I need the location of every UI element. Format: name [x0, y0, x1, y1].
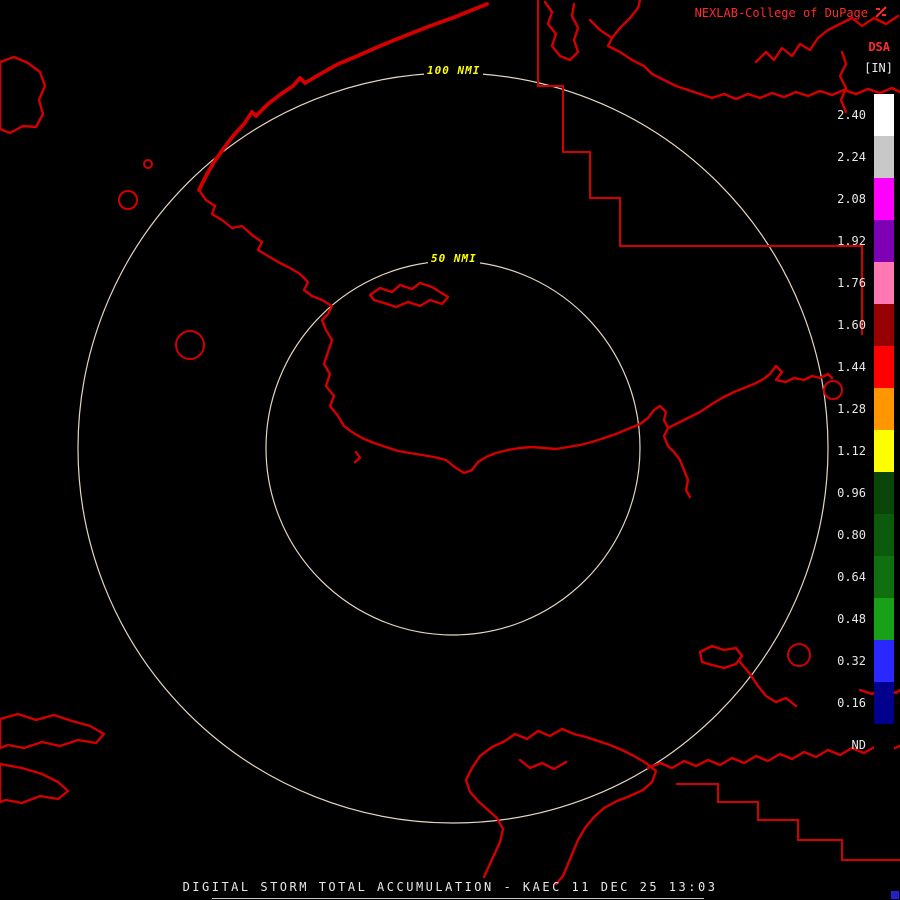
coastline-northeast-run — [668, 366, 832, 428]
map-outlines — [0, 0, 900, 884]
range-ring-100nmi — [78, 73, 828, 823]
colorbar-segment — [874, 178, 894, 220]
islet-bottomright — [700, 646, 742, 668]
island-south-inner — [520, 760, 566, 769]
lake-circle — [824, 381, 842, 399]
coastline-topright — [700, 88, 900, 99]
colorbar-segment — [874, 94, 894, 136]
stream-branch — [612, 0, 640, 38]
colorbar-segment — [874, 346, 894, 388]
lake-circle — [176, 331, 204, 359]
range-ring-label-100nmi: 100 NMI — [424, 64, 483, 77]
range-ring-label-50nmi: 50 NMI — [428, 252, 480, 265]
product-code-label: DSA — [868, 40, 890, 54]
landmass-topleft — [0, 57, 45, 133]
stream-topright — [590, 20, 700, 94]
county-boundary-lower — [676, 784, 900, 860]
island-cluster — [370, 283, 448, 307]
lake-circle-small — [144, 160, 152, 168]
radar-display: 100 NMI 50 NMI NEXLAB-College of DuPage … — [0, 0, 900, 900]
colorbar-segment — [874, 262, 894, 304]
range-ring-50nmi — [266, 261, 640, 635]
product-caption: DIGITAL STORM TOTAL ACCUMULATION - KAEC … — [0, 880, 900, 894]
colorbar — [874, 94, 894, 766]
corner-marker — [891, 891, 899, 899]
lake-circle — [119, 191, 137, 209]
county-boundary-upper — [538, 0, 862, 335]
colorbar-segment — [874, 430, 894, 472]
lake-circle — [788, 644, 810, 666]
footer-underline — [212, 898, 704, 899]
tiny-islet — [355, 452, 360, 462]
map-canvas — [0, 0, 900, 900]
colorbar-segment — [874, 556, 894, 598]
colorbar-segment — [874, 472, 894, 514]
colorbar-segment — [874, 136, 894, 178]
colorbar-segment — [874, 640, 894, 682]
range-rings — [78, 73, 828, 823]
river-right — [840, 52, 846, 112]
colorbar-segment — [874, 220, 894, 262]
stream-bottomright — [740, 662, 796, 706]
landmass-bottomleft-point — [0, 764, 68, 803]
colorbar-segment — [874, 514, 894, 556]
colorbar-segment — [874, 304, 894, 346]
colorbar-segment — [874, 388, 894, 430]
river-shape-topright — [545, 2, 578, 60]
cod-logo-icon — [874, 5, 888, 19]
site-title: NEXLAB-College of DuPage — [695, 6, 868, 20]
coastline-bottomright — [648, 746, 900, 768]
landmass-bottomleft-band — [0, 714, 104, 748]
units-label: [IN] — [864, 61, 893, 75]
colorbar-segment — [874, 682, 894, 724]
colorbar-segment — [874, 724, 894, 766]
colorbar-segment — [874, 598, 894, 640]
coastline-topedge — [756, 16, 898, 62]
coastline-arc-northwest — [199, 4, 487, 190]
